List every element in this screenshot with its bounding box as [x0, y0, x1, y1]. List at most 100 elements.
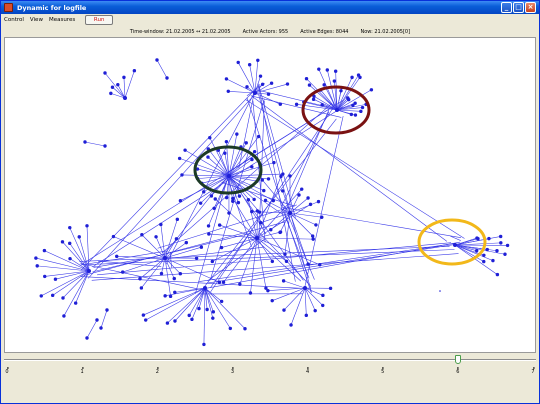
graph-node[interactable]	[174, 237, 179, 241]
graph-node[interactable]	[180, 173, 184, 177]
graph-node[interactable]	[282, 308, 286, 312]
timeline-slider[interactable]	[4, 355, 536, 365]
graph-node[interactable]	[178, 199, 183, 203]
graph-node[interactable]	[228, 326, 233, 331]
graph-node[interactable]	[269, 228, 273, 232]
graph-node[interactable]	[304, 313, 309, 318]
graph-node[interactable]	[260, 178, 264, 182]
graph-node[interactable]	[246, 198, 251, 202]
graph-node[interactable]	[203, 286, 207, 290]
graph-node[interactable]	[351, 103, 355, 108]
graph-node[interactable]	[250, 165, 254, 169]
graph-node[interactable]	[105, 308, 109, 312]
graph-node[interactable]	[260, 82, 265, 87]
graph-node[interactable]	[123, 96, 127, 100]
graph-node[interactable]	[294, 102, 299, 107]
graph-node[interactable]	[283, 252, 287, 256]
graph-node[interactable]	[353, 113, 358, 117]
graph-node[interactable]	[199, 245, 204, 249]
run-button[interactable]: Run	[85, 15, 114, 25]
graph-node[interactable]	[499, 241, 503, 245]
title-bar[interactable]: Dynamic for logfile _ □ ×	[1, 1, 539, 14]
graph-node[interactable]	[369, 88, 374, 92]
graph-node[interactable]	[297, 193, 301, 197]
graph-node[interactable]	[190, 317, 194, 322]
graph-node[interactable]	[178, 271, 183, 276]
graph-node[interactable]	[491, 258, 495, 263]
graph-node[interactable]	[62, 314, 66, 318]
graph-node[interactable]	[253, 91, 257, 95]
graph-node[interactable]	[224, 77, 229, 81]
graph-node[interactable]	[197, 306, 201, 311]
graph-node[interactable]	[252, 149, 257, 154]
graph-node[interactable]	[288, 174, 292, 178]
graph-node[interactable]	[453, 243, 457, 247]
graph-node[interactable]	[43, 274, 47, 279]
graph-node[interactable]	[333, 69, 338, 73]
minimize-button[interactable]: _	[501, 2, 512, 13]
graph-node[interactable]	[177, 156, 182, 161]
graph-node[interactable]	[266, 177, 271, 181]
graph-node[interactable]	[359, 109, 363, 114]
graph-node[interactable]	[60, 240, 65, 244]
graph-node[interactable]	[206, 224, 211, 228]
graph-node[interactable]	[61, 296, 65, 300]
graph-node[interactable]	[173, 290, 177, 295]
graph-node[interactable]	[73, 301, 78, 305]
graph-node[interactable]	[335, 108, 339, 112]
graph-node[interactable]	[256, 58, 260, 62]
graph-node[interactable]	[284, 259, 289, 264]
graph-node[interactable]	[300, 187, 304, 191]
graph-node[interactable]	[211, 316, 215, 320]
graph-node[interactable]	[439, 290, 441, 292]
graph-node[interactable]	[266, 288, 270, 293]
graph-node[interactable]	[110, 85, 115, 89]
graph-node[interactable]	[207, 232, 211, 236]
graph-node[interactable]	[317, 67, 321, 71]
graph-node[interactable]	[206, 155, 210, 159]
graph-node[interactable]	[99, 326, 103, 330]
graph-node[interactable]	[349, 112, 354, 117]
graph-node[interactable]	[85, 224, 89, 228]
graph-node[interactable]	[194, 256, 199, 260]
graph-node[interactable]	[116, 82, 120, 87]
graph-node[interactable]	[163, 256, 167, 260]
graph-node[interactable]	[306, 262, 310, 266]
graph-node[interactable]	[350, 75, 354, 80]
graph-node[interactable]	[306, 196, 310, 200]
graph-node[interactable]	[212, 206, 216, 210]
graph-node[interactable]	[255, 209, 260, 213]
graph-node[interactable]	[474, 248, 479, 253]
graph-node[interactable]	[321, 293, 325, 298]
graph-node[interactable]	[198, 201, 203, 205]
graph-node[interactable]	[50, 293, 55, 298]
graph-node[interactable]	[259, 221, 263, 225]
graph-node[interactable]	[159, 222, 163, 227]
graph-node[interactable]	[495, 249, 499, 253]
graph-node[interactable]	[187, 313, 191, 318]
graph-node[interactable]	[320, 215, 324, 219]
graph-node[interactable]	[266, 92, 271, 96]
graph-node[interactable]	[278, 230, 282, 235]
graph-node[interactable]	[325, 68, 330, 72]
graph-node[interactable]	[165, 76, 169, 80]
graph-node[interactable]	[245, 85, 249, 89]
graph-node[interactable]	[223, 151, 227, 155]
graph-node[interactable]	[316, 199, 321, 204]
graph-node[interactable]	[184, 240, 189, 245]
graph-node[interactable]	[244, 141, 248, 145]
graph-node[interactable]	[210, 259, 215, 264]
graph-node[interactable]	[144, 318, 148, 322]
graph-node[interactable]	[238, 282, 242, 286]
graph-node[interactable]	[281, 279, 286, 283]
graph-node[interactable]	[138, 277, 142, 281]
graph-node[interactable]	[321, 303, 325, 308]
graph-node[interactable]	[132, 69, 137, 73]
graph-node[interactable]	[485, 247, 489, 252]
graph-node[interactable]	[227, 174, 231, 178]
graph-node[interactable]	[332, 79, 337, 83]
graph-node[interactable]	[34, 256, 38, 260]
graph-node[interactable]	[307, 83, 312, 87]
graph-node[interactable]	[269, 81, 274, 85]
graph-node[interactable]	[202, 190, 206, 194]
